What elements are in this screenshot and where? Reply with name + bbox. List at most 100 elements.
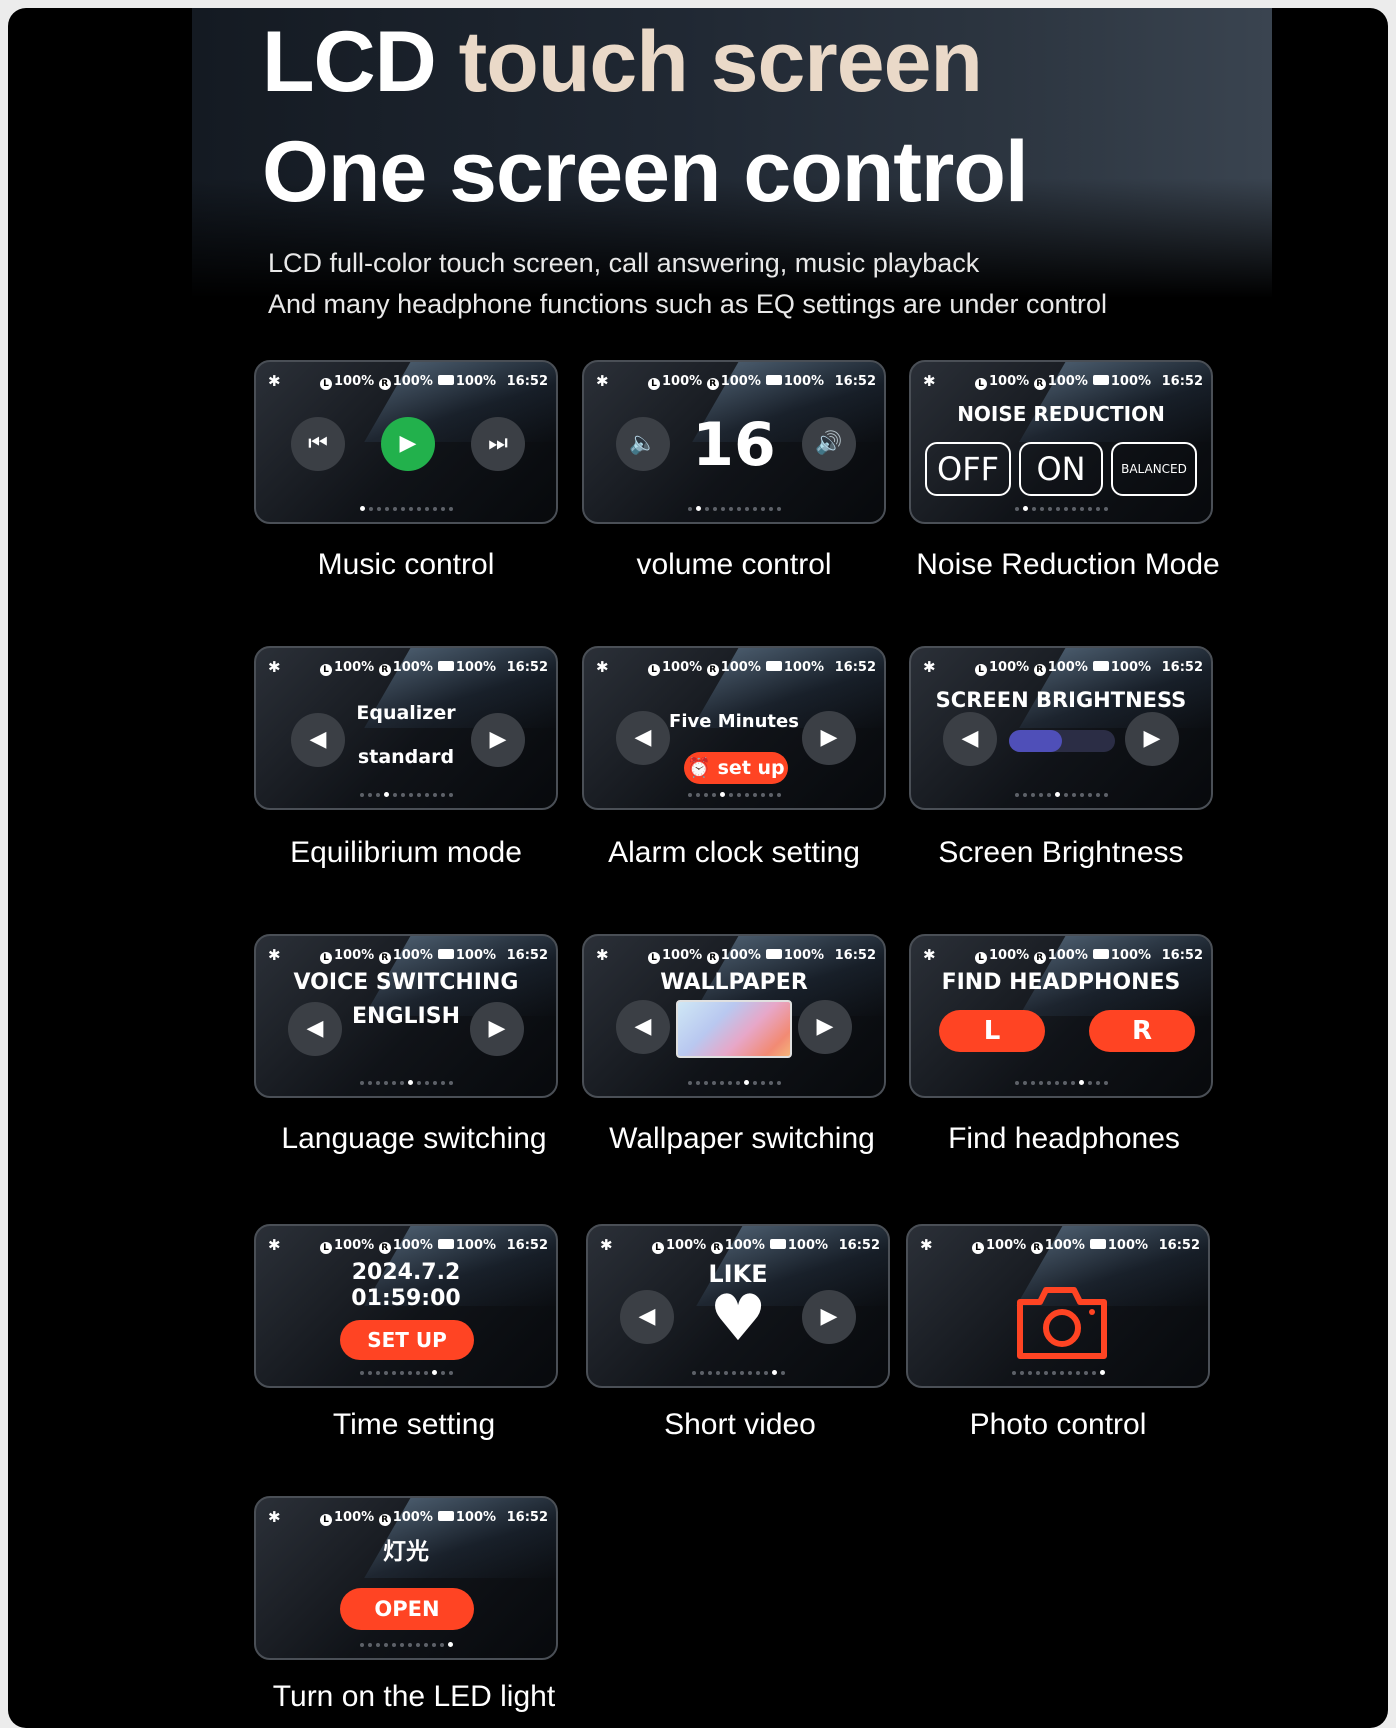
page-dot <box>391 1643 396 1647</box>
caption-find-headphones: Find headphones <box>948 1122 1180 1155</box>
page-dot <box>1046 793 1051 797</box>
right-earbud-icon: R <box>378 952 391 964</box>
right-battery-value: 100% <box>392 1510 433 1525</box>
volume-up-icon[interactable]: 🔊 <box>802 417 856 471</box>
alarm-setup-button[interactable]: ⏰ set up <box>684 752 788 784</box>
time-setup-button[interactable]: SET UP <box>340 1320 474 1360</box>
right-earbud-icon: R <box>378 1242 391 1254</box>
page-dot <box>1103 793 1108 797</box>
page-dot <box>1054 792 1060 797</box>
light-open-button[interactable]: OPEN <box>340 1588 474 1630</box>
page-dot <box>715 1371 720 1375</box>
find-right-button[interactable]: R <box>1089 1010 1195 1052</box>
left-earbud-icon: L <box>648 378 660 390</box>
status-bar: ✱ L 100% R 100% 100% 16:52 <box>921 658 1203 678</box>
subtitle-line-2: And many headphone functions such as EQ … <box>268 289 1108 319</box>
previous-track-icon[interactable]: ⏮ <box>291 417 345 471</box>
left-battery-value: 100% <box>334 660 375 675</box>
page-dot <box>776 793 781 797</box>
page-indicator <box>256 1080 556 1086</box>
page-dot <box>695 506 701 511</box>
right-battery-value: 100% <box>1047 948 1088 963</box>
page-dot <box>780 1371 785 1375</box>
next-arrow-icon[interactable]: ▶ <box>470 1002 524 1056</box>
page-dot <box>1055 507 1060 511</box>
page-dot <box>719 1081 724 1085</box>
noise-off-button[interactable]: OFF <box>925 442 1011 496</box>
page-dot <box>736 793 741 797</box>
page-dot <box>375 793 380 797</box>
play-icon[interactable]: ▶ <box>381 417 435 471</box>
left-battery-value: 100% <box>662 948 703 963</box>
wallpaper-thumbnail[interactable] <box>676 1000 792 1058</box>
page-indicator <box>256 1642 556 1648</box>
left-earbud-icon: L <box>652 1242 664 1254</box>
next-arrow-icon[interactable]: ▶ <box>798 1000 852 1054</box>
language-switching-screen: ✱ L 100% R 100% 100% 16:52 VOICE SWITCHING ◀ … <box>254 934 558 1098</box>
bluetooth-icon: ✱ <box>268 1508 281 1526</box>
right-battery-value: 100% <box>392 1238 433 1253</box>
brightness-up-icon[interactable]: ▶ <box>1125 712 1179 766</box>
page-dot <box>440 1371 445 1375</box>
battery-status: L 100% R 100% 100% <box>320 1238 496 1254</box>
page-dot <box>687 507 692 511</box>
clock-time: 16:52 <box>506 948 548 963</box>
page-indicator <box>256 792 556 798</box>
bluetooth-icon: ✱ <box>268 1236 281 1254</box>
find-left-button[interactable]: L <box>939 1010 1045 1052</box>
noise-on-button[interactable]: ON <box>1019 442 1103 496</box>
page-dot <box>432 507 437 511</box>
clock-time: 16:52 <box>506 374 548 389</box>
battery-status: L 100% R 100% 100% <box>975 660 1151 676</box>
page-indicator <box>584 792 884 798</box>
noise-balanced-button[interactable]: BALANCED <box>1111 442 1197 496</box>
brightness-down-icon[interactable]: ◀ <box>943 712 997 766</box>
page-dot <box>768 793 773 797</box>
status-bar: ✱ L 100% R 100% 100% 16:52 <box>918 1236 1200 1256</box>
previous-arrow-icon[interactable]: ◀ <box>616 1000 670 1054</box>
next-arrow-icon[interactable]: ▶ <box>802 1290 856 1344</box>
page-indicator <box>584 1080 884 1086</box>
wallpaper-title: WALLPAPER <box>660 970 808 995</box>
page-dot <box>1062 1081 1067 1085</box>
case-battery-value: 100% <box>1110 948 1152 963</box>
left-earbud-icon: L <box>648 952 660 964</box>
next-track-icon[interactable]: ⏭ <box>471 417 525 471</box>
left-battery-value: 100% <box>666 1238 707 1253</box>
case-battery-value: 100% <box>455 1238 497 1253</box>
caption-photo-control: Photo control <box>969 1408 1147 1441</box>
time-clock: 01:59:00 <box>351 1286 461 1311</box>
page-dot <box>1087 507 1092 511</box>
page-dot <box>744 793 749 797</box>
status-bar: ✱ L 100% R 100% 100% 16:52 <box>266 1236 548 1256</box>
alarm-clock-screen: ✱ L 100% R 100% 100% 16:52 ◀ Five Minutes ⏰ s… <box>582 646 886 810</box>
headline-touch-screen: touch screen <box>458 14 983 110</box>
next-arrow-icon[interactable]: ▶ <box>471 713 525 767</box>
right-battery-value: 100% <box>720 374 761 389</box>
page-dot <box>699 1371 704 1375</box>
page-dot <box>431 1643 436 1647</box>
page-dot <box>1022 793 1027 797</box>
status-bar: ✱ L 100% R 100% 100% 16:52 <box>594 946 876 966</box>
page-dot <box>416 793 421 797</box>
page-indicator <box>256 1370 556 1376</box>
page-dot <box>1070 1081 1075 1085</box>
left-earbud-icon: L <box>320 1514 332 1526</box>
right-earbud-icon: R <box>1030 1242 1043 1254</box>
page-dot <box>768 507 773 511</box>
brightness-slider[interactable] <box>1009 730 1115 752</box>
short-video-screen: ✱ L 100% R 100% 100% 16:52 LIKE ◀ ♥ ▶ <box>586 1224 890 1388</box>
subtitle-line-1: LCD full-color touch screen, call answer… <box>268 248 980 278</box>
page-dot <box>755 1371 760 1375</box>
bluetooth-icon: ✱ <box>600 1236 613 1254</box>
page-dot <box>423 1371 428 1375</box>
page-frame: LCD touch screen One screen control LCD … <box>8 8 1388 1728</box>
page-dot <box>1014 507 1019 511</box>
case-battery-value: 100% <box>1107 1238 1149 1253</box>
page-indicator <box>911 1080 1211 1086</box>
page-dot <box>448 1081 453 1085</box>
camera-icon[interactable] <box>1012 1282 1112 1366</box>
page-dot <box>448 1371 453 1375</box>
next-arrow-icon[interactable]: ▶ <box>802 711 856 765</box>
left-earbud-icon: L <box>320 378 332 390</box>
